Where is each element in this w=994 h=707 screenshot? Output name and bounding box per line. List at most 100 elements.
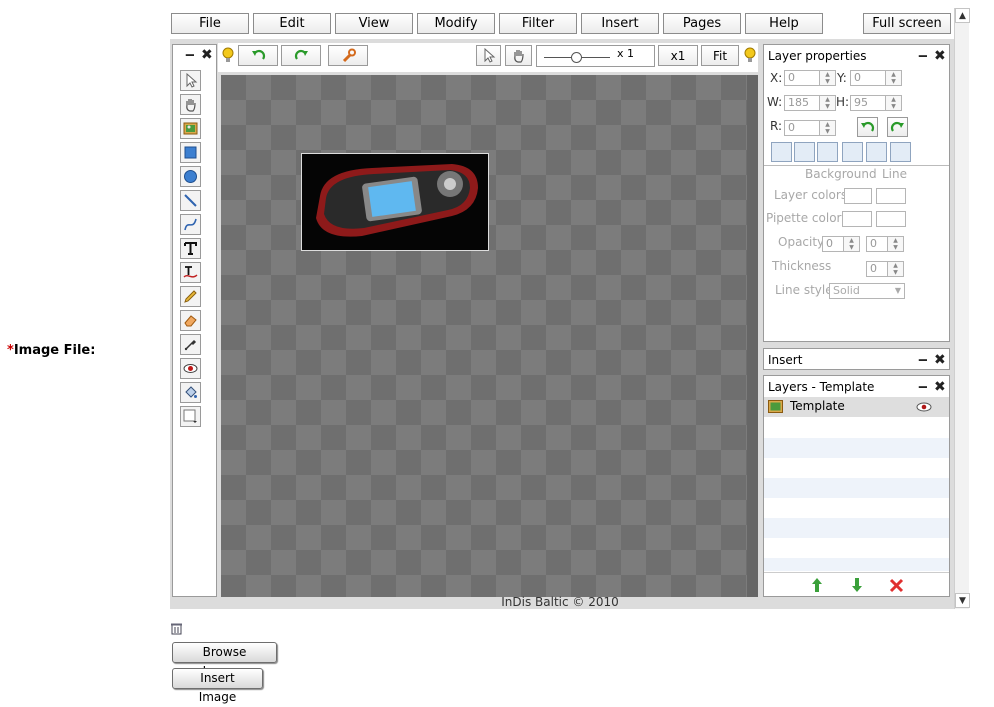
- line-color-swatch[interactable]: [876, 188, 906, 204]
- insert-panel: Insert ‒ ✖: [763, 348, 950, 370]
- align-left-icon[interactable]: [771, 142, 792, 162]
- x-input[interactable]: 0: [784, 70, 820, 86]
- zoom-slider-thumb[interactable]: [571, 52, 582, 63]
- redo-icon: [294, 49, 308, 60]
- eraser-tool-icon[interactable]: [180, 310, 201, 331]
- w-input[interactable]: 185: [784, 95, 820, 111]
- move-layer-down-icon[interactable]: [851, 577, 863, 596]
- align-center-icon[interactable]: [794, 142, 815, 162]
- r-input[interactable]: 0: [784, 120, 820, 136]
- rectangle-tool-icon[interactable]: [180, 142, 201, 163]
- hand-tool-icon[interactable]: [180, 94, 201, 115]
- menu-view[interactable]: View: [335, 13, 413, 34]
- minimize-icon[interactable]: ‒: [918, 353, 928, 367]
- full-screen-button[interactable]: Full screen: [863, 13, 951, 34]
- insert-panel-title: Insert: [768, 353, 803, 367]
- pencil-tool-icon[interactable]: [180, 286, 201, 307]
- zoom-value: x 1: [617, 47, 635, 60]
- layer-empty-row: [764, 438, 949, 458]
- select-tool-icon[interactable]: [180, 70, 201, 91]
- align-right-icon[interactable]: [817, 142, 838, 162]
- menu-edit[interactable]: Edit: [253, 13, 331, 34]
- color-picker-icon[interactable]: [180, 406, 201, 427]
- rotate-left-button[interactable]: [857, 117, 878, 137]
- image-layer-icon: [768, 400, 783, 416]
- menu-modify[interactable]: Modify: [417, 13, 495, 34]
- minimize-icon[interactable]: ‒: [918, 380, 928, 394]
- curve-tool-icon[interactable]: [180, 214, 201, 235]
- line-style-label: Line style: [775, 283, 833, 297]
- pan-button[interactable]: [505, 45, 532, 66]
- r-label: R:: [770, 119, 783, 133]
- text-tool-icon[interactable]: [180, 238, 201, 259]
- y-input[interactable]: 0: [850, 70, 886, 86]
- x-spinner-icon[interactable]: ▲ ▼: [819, 70, 836, 86]
- hint-bulb-icon[interactable]: [221, 47, 235, 66]
- image-tool-icon[interactable]: [180, 118, 201, 139]
- mp3-player-image: [302, 154, 488, 250]
- h-input[interactable]: 95: [850, 95, 886, 111]
- pipette-line-swatch[interactable]: [876, 211, 906, 227]
- undo-button[interactable]: [238, 45, 278, 66]
- opacity-label: Opacity: [778, 235, 825, 249]
- ellipse-tool-icon[interactable]: [180, 166, 201, 187]
- vertical-scrollbar[interactable]: ▲ ▼: [954, 8, 970, 609]
- menu-filter[interactable]: Filter: [499, 13, 577, 34]
- rotate-right-button[interactable]: [887, 117, 908, 137]
- line-tool-icon[interactable]: [180, 190, 201, 211]
- hint-bulb-icon-right[interactable]: [743, 47, 757, 66]
- opacity-background-spinner-icon[interactable]: ▲ ▼: [843, 236, 860, 252]
- align-top-icon[interactable]: [842, 142, 863, 162]
- redo-button[interactable]: [281, 45, 321, 66]
- menu-help[interactable]: Help: [745, 13, 823, 34]
- red-eye-tool-icon[interactable]: [180, 358, 201, 379]
- y-spinner-icon[interactable]: ▲ ▼: [885, 70, 902, 86]
- pipette-tool-icon[interactable]: [180, 334, 201, 355]
- layer-row[interactable]: Template: [764, 397, 949, 417]
- opacity-line-input[interactable]: 0: [866, 236, 888, 252]
- thickness-label: Thickness: [772, 259, 832, 273]
- template-image[interactable]: [301, 153, 489, 251]
- rotate-right-icon: [890, 121, 904, 132]
- move-layer-up-icon[interactable]: [811, 577, 823, 596]
- rotate-left-icon: [861, 121, 875, 132]
- menu-file[interactable]: File: [171, 13, 249, 34]
- undo-icon: [251, 49, 265, 60]
- minimize-icon[interactable]: ‒: [185, 48, 195, 62]
- eye-icon[interactable]: [916, 401, 932, 416]
- close-icon[interactable]: ✖: [934, 380, 946, 394]
- settings-button[interactable]: [328, 45, 368, 66]
- zoom-fit-button[interactable]: Fit: [701, 45, 739, 66]
- close-icon[interactable]: ✖: [934, 49, 946, 63]
- trash-icon[interactable]: [170, 622, 183, 638]
- w-spinner-icon[interactable]: ▲ ▼: [819, 95, 836, 111]
- line-style-select[interactable]: Solid ▼: [829, 283, 905, 299]
- pointer-button[interactable]: [476, 45, 501, 66]
- h-label: H:: [836, 95, 850, 109]
- zoom-x1-button[interactable]: x1: [658, 45, 698, 66]
- opacity-line-spinner-icon[interactable]: ▲ ▼: [887, 236, 904, 252]
- browse-images-button[interactable]: Browse Images: [172, 642, 277, 678]
- pipette-background-swatch[interactable]: [842, 211, 872, 227]
- background-color-swatch[interactable]: [844, 188, 872, 204]
- delete-layer-icon[interactable]: [889, 578, 904, 596]
- thickness-input[interactable]: 0: [866, 261, 888, 277]
- align-bottom-icon[interactable]: [890, 142, 911, 162]
- minimize-icon[interactable]: ‒: [918, 49, 928, 63]
- scroll-down-icon[interactable]: ▼: [955, 593, 970, 608]
- r-spinner-icon[interactable]: ▲ ▼: [819, 120, 836, 136]
- opacity-background-input[interactable]: 0: [822, 236, 844, 252]
- align-middle-icon[interactable]: [866, 142, 887, 162]
- insert-image-button[interactable]: Insert Image: [172, 668, 263, 704]
- h-spinner-icon[interactable]: ▲ ▼: [885, 95, 902, 111]
- fill-tool-icon[interactable]: [180, 382, 201, 403]
- text-path-tool-icon[interactable]: [180, 262, 201, 283]
- close-icon[interactable]: ✖: [934, 353, 946, 367]
- pointer-icon: [484, 48, 496, 63]
- thickness-spinner-icon[interactable]: ▲ ▼: [887, 261, 904, 277]
- close-icon[interactable]: ✖: [201, 48, 213, 62]
- menu-pages[interactable]: Pages: [663, 13, 741, 34]
- chevron-down-icon: ▼: [894, 286, 901, 295]
- menu-insert[interactable]: Insert: [581, 13, 659, 34]
- scroll-up-icon[interactable]: ▲: [955, 8, 970, 23]
